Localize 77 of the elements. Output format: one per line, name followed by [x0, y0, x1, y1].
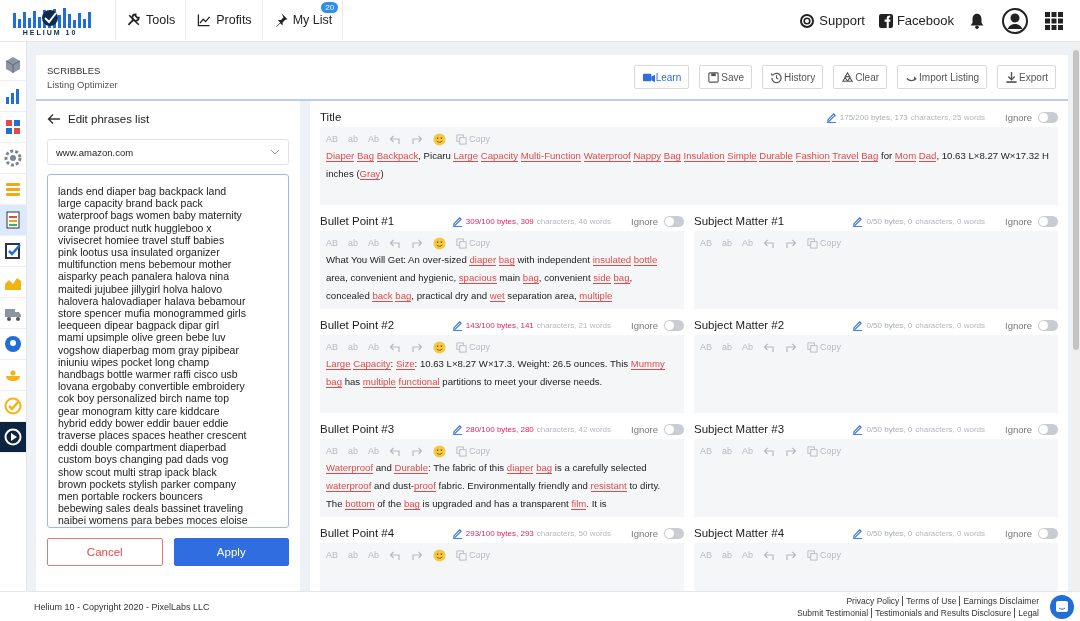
- footer-link[interactable]: Terms of Use: [902, 595, 960, 606]
- ignore-label: Ignore: [631, 527, 658, 539]
- back-link[interactable]: Edit phrases list: [47, 111, 150, 127]
- field-label: Subject Matter #3: [694, 423, 785, 435]
- footer-link[interactable]: Submit Testimonial: [793, 607, 872, 618]
- copy-button[interactable]: Copy: [807, 237, 842, 249]
- case-button[interactable]: AB: [700, 238, 712, 248]
- tool-subtitle: Listing Optimizer: [47, 78, 118, 90]
- byte-count: 0/50 bytes, 0: [866, 216, 913, 226]
- toolbar-button[interactable]: Import Listing: [897, 65, 988, 89]
- toolbar-button[interactable]: Clear: [833, 65, 888, 89]
- ignore-label: Ignore: [1005, 215, 1032, 227]
- field-label: Subject Matter #1: [694, 215, 785, 227]
- case-button[interactable]: AB: [700, 342, 712, 352]
- apply-button[interactable]: Apply: [173, 538, 289, 566]
- case-button[interactable]: AB: [326, 550, 338, 560]
- copy-button[interactable]: Copy: [807, 341, 842, 353]
- copy-button[interactable]: Copy: [456, 237, 491, 249]
- field-label: Bullet Point #2: [320, 319, 395, 331]
- case-button[interactable]: AB: [700, 446, 712, 456]
- toolbar-button[interactable]: History: [762, 65, 824, 89]
- usage-stats: characters, 25 words: [910, 112, 986, 122]
- case-button[interactable]: AB: [326, 238, 338, 248]
- toolbar-button[interactable]: Save: [699, 65, 753, 89]
- editor-text: Waterproof and Durable: The fabric of this diaper bag is a carefully selected waterproof and dust-proof fabric. Environmentally friendly and resistant to dirty. The bottom of the bag is upgraded and has a transparent film. It is: [326, 461, 662, 512]
- ignore-label: Ignore: [631, 215, 658, 227]
- byte-count: 280/100 bytes, 280: [465, 424, 534, 434]
- editor-text: Diaper Bag Backpack, Picaru Large Capacity Multi-Function Waterproof Nappy Bag Insulation Simple Durable Fashion Travel Bag for Mom Dad, 10.63 L×8.27 W×17.32 H inches (Gray): [326, 149, 1050, 182]
- ignore-label: Ignore: [1005, 527, 1032, 539]
- footer-link[interactable]: Testimonials and Results Disclosure: [871, 607, 1015, 618]
- footer-link[interactable]: Privacy Policy: [843, 595, 903, 606]
- case-button[interactable]: AB: [326, 446, 338, 456]
- support-link[interactable]: Support: [799, 0, 865, 41]
- editor-text: What You Will Get: An over-sized diaper bag with independent insulated bottle area, convenient and hygienic, spacious main bag, convenient side bag, concealed back bag, practical dry and wet separation area, multiple: [326, 253, 659, 304]
- case-button[interactable]: AB: [326, 134, 338, 144]
- editor-text: Large Capacity: Size: 10.63 L×8.27 W×17.3. Weight: 26.5 ounces. This Mummy bag has multiple functional partitions to meet your diverse needs.: [326, 357, 666, 390]
- ignore-label: Ignore: [1005, 423, 1032, 435]
- usage-stats: characters, 46 words: [536, 216, 612, 226]
- field-label: Subject Matter #4: [694, 527, 785, 539]
- footer-link[interactable]: Earnings Disclaimer: [959, 595, 1042, 606]
- cancel-button[interactable]: Cancel: [47, 538, 163, 566]
- byte-count: 175/200 bytes, 173: [839, 112, 908, 122]
- tool-title: SCRIBBLES: [47, 64, 102, 76]
- marketplace-select[interactable]: www.amazon.com: [47, 139, 289, 165]
- field-label: Subject Matter #2: [694, 319, 785, 331]
- byte-count: 143/100 bytes, 141: [465, 320, 534, 330]
- copy-button[interactable]: Copy: [456, 341, 491, 353]
- ignore-label: Ignore: [631, 423, 658, 435]
- byte-count: 0/50 bytes, 0: [866, 528, 913, 538]
- toolbar-button[interactable]: Learn: [633, 65, 690, 89]
- copy-button[interactable]: Copy: [456, 549, 491, 561]
- byte-count: 0/50 bytes, 0: [866, 424, 913, 434]
- toolbar-button[interactable]: Export: [997, 65, 1056, 89]
- field-label: Title: [320, 111, 342, 123]
- count-badge: 20: [321, 2, 339, 13]
- byte-count: 293/100 bytes, 293: [465, 528, 534, 538]
- footer-link[interactable]: Legal: [1014, 607, 1042, 618]
- facebook-link[interactable]: Facebook: [878, 0, 954, 41]
- copy-button[interactable]: Copy: [456, 445, 491, 457]
- usage-stats: characters, 21 words: [536, 320, 612, 330]
- field-label: Bullet Point #3: [320, 423, 395, 435]
- copy-button[interactable]: Copy: [456, 133, 491, 145]
- copy-button[interactable]: Copy: [807, 549, 842, 561]
- copy-button[interactable]: Copy: [807, 445, 842, 457]
- field-label: Bullet Point #4: [320, 527, 395, 539]
- usage-stats: characters, 50 words: [536, 528, 612, 538]
- usage-stats: characters, 42 words: [536, 424, 612, 434]
- byte-count: 0/50 bytes, 0: [866, 320, 913, 330]
- field-label: Bullet Point #1: [320, 215, 395, 227]
- case-button[interactable]: AB: [700, 550, 712, 560]
- phrases-field[interactable]: lands end diaper bag backpack land large capacity brand back pack waterproof bags women baby maternity orange product nutk huggleboo x vivisecret homiee travel stuff babies pink lootus usa insulated organizer multifunction mens bebemour mother aisparky peach panalera halova nina maitedi jujubee jillygirl holva halovo halovera halovadiaper halava bebamour store spencer mufia monogrammed girls leequeen dipear bagpack dipar girl mami upsimple olive green bebe luv vogshow diaperbag mom gray pipibear iniuniu wipes pocket long champ handbags bottle warmer raffi cisco usb lovana ergobaby convertible embroidery cok boy personalized birch name top gear monogram kitty care kiddcare hybrid eddy bower eddir bauer eddie traverse places spaces heather crescent eddi double compartment diaperbad custom boys changing pad dads vog show scout multi strap ipack black brown pockets stylish parker company men portable rockers bouncers bebewing sales deals bassinet traveling naibei womens para bebes moces eloise: [47, 174, 289, 528]
- case-button[interactable]: AB: [326, 342, 338, 352]
- ignore-label: Ignore: [1005, 319, 1032, 331]
- byte-count: 309/100 bytes, 309: [465, 216, 534, 226]
- ignore-label: Ignore: [1005, 111, 1032, 123]
- ignore-label: Ignore: [631, 319, 658, 331]
- copyright-text: Helium 10 - Copyright 2020 - PixelLabs LLC: [34, 601, 211, 612]
